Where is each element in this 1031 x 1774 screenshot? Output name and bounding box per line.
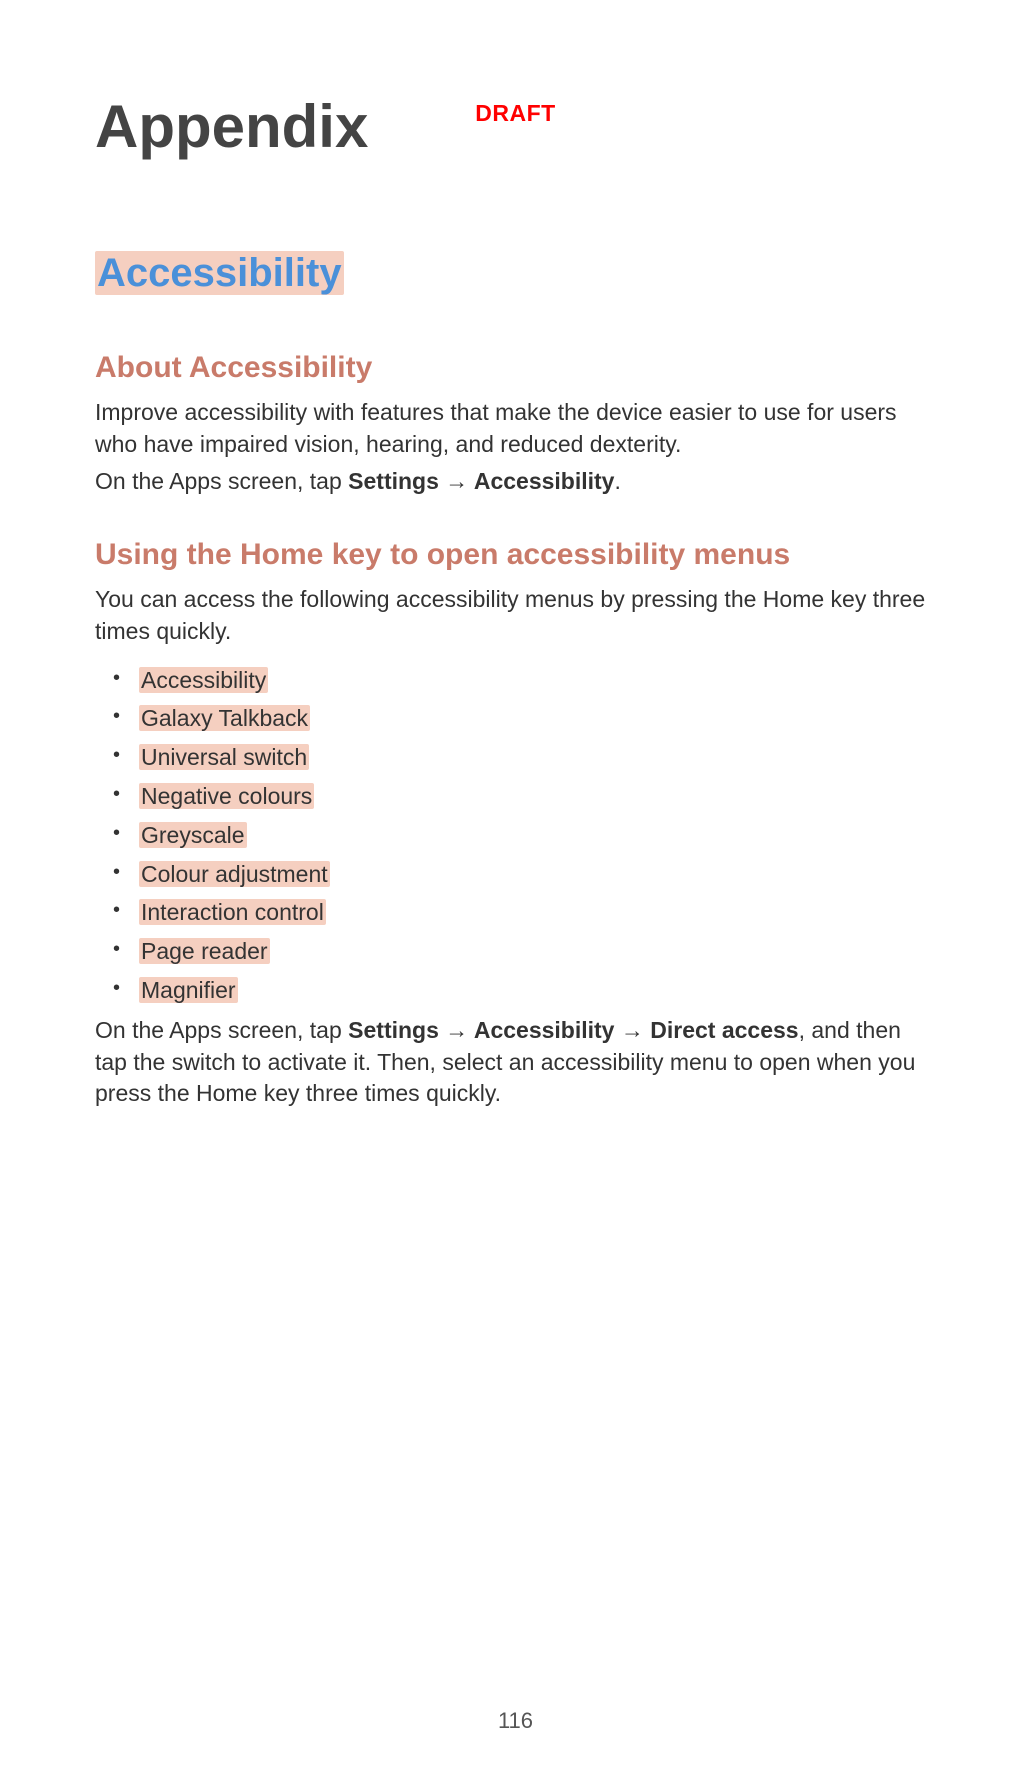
draft-watermark: DRAFT [0, 100, 1031, 127]
about-p2-suffix: . [614, 468, 620, 494]
page-number: 116 [0, 1708, 1031, 1734]
about-paragraph-1: Improve accessibility with features that… [95, 397, 936, 460]
outro-accessibility: Accessibility [474, 1017, 615, 1043]
list-item-text: Magnifier [139, 977, 238, 1003]
list-item: Accessibility [95, 662, 936, 699]
outro-arrow1: → [439, 1017, 474, 1043]
list-item-text: Colour adjustment [139, 861, 330, 887]
about-p2-accessibility: Accessibility [474, 468, 615, 494]
list-item-text: Negative colours [139, 783, 314, 809]
list-item: Colour adjustment [95, 856, 936, 893]
outro-settings: Settings [348, 1017, 439, 1043]
about-p2-settings: Settings [348, 468, 439, 494]
outro-arrow2: → [614, 1017, 650, 1043]
list-item-text: Universal switch [139, 744, 309, 770]
heading-accessibility: Accessibility [95, 251, 936, 296]
about-paragraph-2: On the Apps screen, tap Settings → Acces… [95, 466, 936, 498]
list-item-text: Interaction control [139, 899, 326, 925]
outro-prefix: On the Apps screen, tap [95, 1017, 348, 1043]
page-container: DRAFT Appendix Accessibility About Acces… [0, 92, 1031, 1774]
list-item: Greyscale [95, 817, 936, 854]
about-p2-arrow: → [439, 468, 474, 494]
list-item: Negative colours [95, 778, 936, 815]
accessibility-menu-list: Accessibility Galaxy Talkback Universal … [95, 662, 936, 1009]
list-item-text: Galaxy Talkback [139, 705, 310, 731]
list-item: Page reader [95, 933, 936, 970]
list-item-text: Page reader [139, 938, 270, 964]
list-item: Universal switch [95, 739, 936, 776]
list-item: Galaxy Talkback [95, 700, 936, 737]
using-home-intro: You can access the following accessibili… [95, 584, 936, 647]
list-item-text: Greyscale [139, 822, 247, 848]
heading-accessibility-text: Accessibility [95, 251, 344, 295]
about-p2-prefix: On the Apps screen, tap [95, 468, 348, 494]
heading-using-home-key: Using the Home key to open accessibility… [95, 538, 936, 572]
list-item: Interaction control [95, 894, 936, 931]
outro-direct: Direct access [650, 1017, 798, 1043]
list-item-text: Accessibility [139, 667, 268, 693]
using-home-outro: On the Apps screen, tap Settings → Acces… [95, 1015, 936, 1110]
heading-about-accessibility: About Accessibility [95, 351, 936, 385]
list-item: Magnifier [95, 972, 936, 1009]
